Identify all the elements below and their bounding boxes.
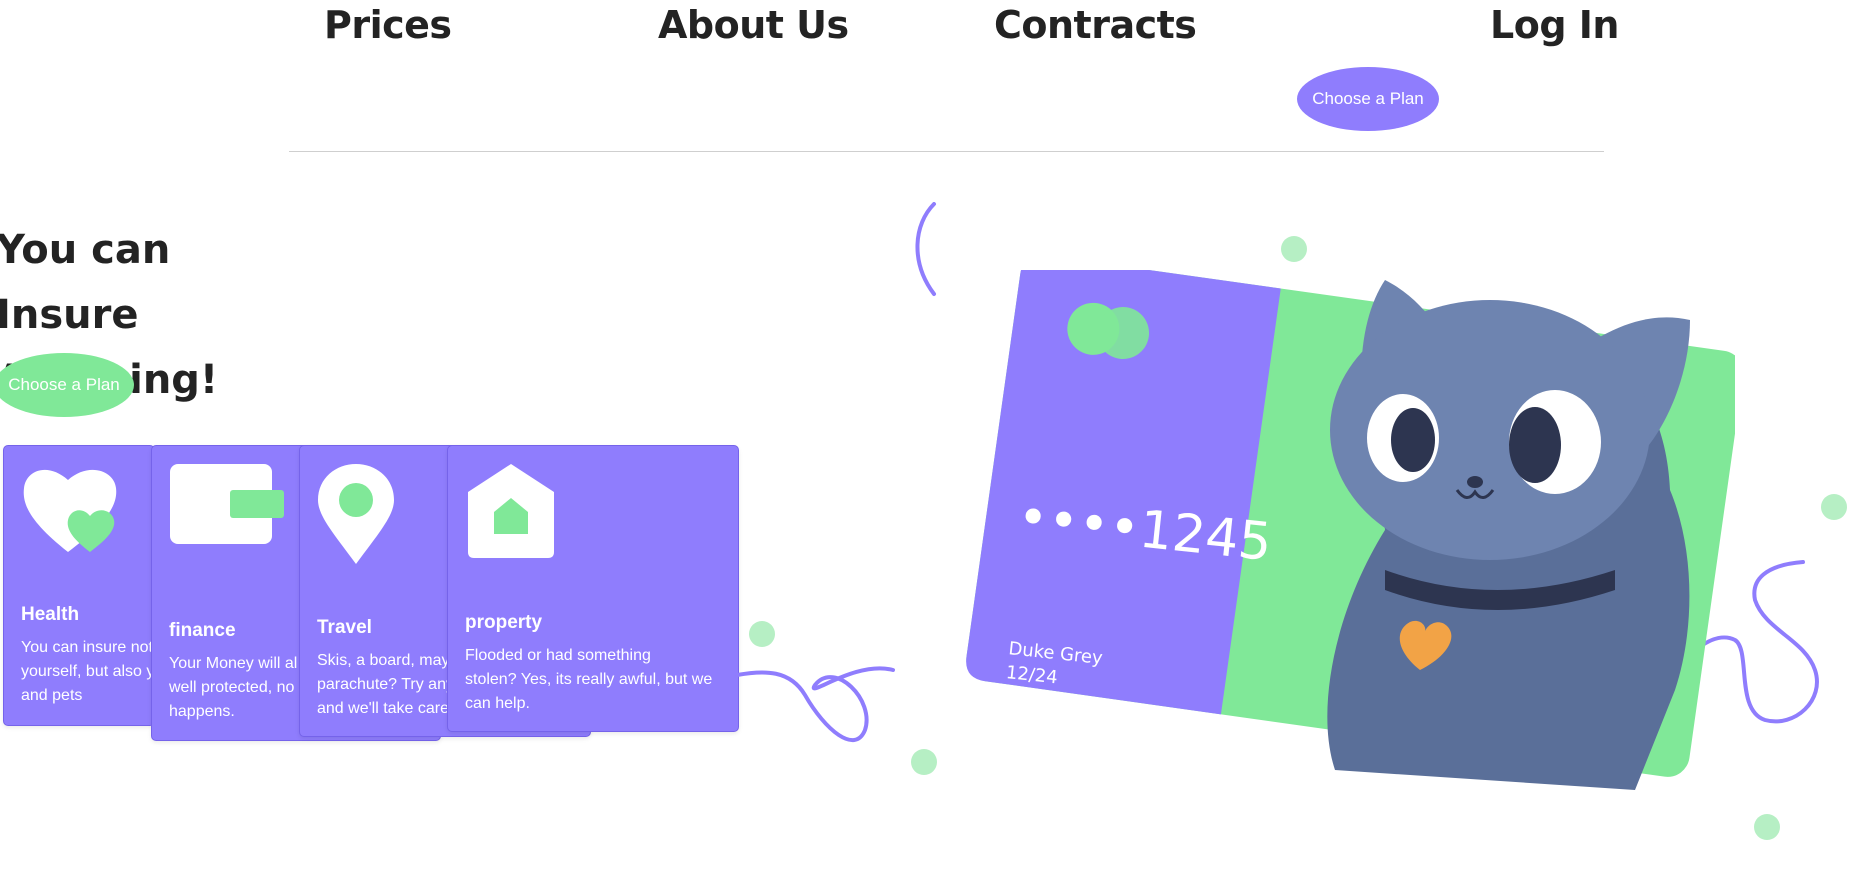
- hero-choose-plan-button[interactable]: Choose a Plan: [0, 353, 134, 417]
- heart-icon: [23, 469, 117, 552]
- card-title: property: [465, 612, 543, 633]
- dot-decoration: [1821, 494, 1847, 520]
- credit-card-illustration: ••••1245 Duke Grey 12/24: [955, 255, 1744, 830]
- card-desc-line: Skis, a board, mayl: [317, 652, 454, 669]
- home-icon: [468, 464, 554, 558]
- card-desc-line: and pets: [21, 687, 83, 704]
- card-desc-line: yourself, but also y: [21, 663, 155, 680]
- card-desc-line: well protected, no: [169, 679, 295, 696]
- arc-decoration: [915, 202, 936, 296]
- nav-about-us[interactable]: About Us: [658, 0, 849, 50]
- card-desc-line: and we'll take care: [317, 700, 450, 717]
- header-divider: [289, 151, 1604, 152]
- card-desc-line: You can insure not: [21, 639, 153, 656]
- nav-prices[interactable]: Prices: [324, 0, 452, 50]
- hero-title-line-1: You can Insure: [0, 227, 171, 338]
- card-health[interactable]: Health You can insure not yourself, but …: [3, 445, 155, 726]
- dot-decoration: [911, 749, 937, 775]
- card-desc-line: happens.: [169, 703, 235, 720]
- card-desc-line: can help.: [465, 695, 530, 712]
- card-title: Travel: [317, 617, 372, 638]
- map-pin-icon: [318, 464, 394, 564]
- card-desc-line: stolen? Yes, its really awful, but we: [465, 671, 713, 688]
- nav-contracts[interactable]: Contracts: [994, 0, 1197, 50]
- card-holder-block: Duke Grey 12/24: [1005, 637, 1104, 695]
- card-title: finance: [169, 620, 236, 641]
- wallet-icon: [170, 464, 284, 544]
- card-desc-line: parachute? Try any: [317, 676, 454, 693]
- card-title: Health: [21, 604, 80, 625]
- card-property[interactable]: property Flooded or had something stolen…: [447, 445, 739, 732]
- card-desc-line: Your Money will al: [169, 655, 298, 672]
- dot-decoration: [749, 621, 775, 647]
- dot-decoration: [1754, 814, 1780, 840]
- card-desc-line: Flooded or had something: [465, 647, 651, 664]
- nav-log-in[interactable]: Log In: [1490, 0, 1619, 50]
- nav-choose-plan-button[interactable]: Choose a Plan: [1297, 67, 1439, 131]
- dot-decoration: [1281, 236, 1307, 262]
- squiggle-decoration: [735, 666, 895, 743]
